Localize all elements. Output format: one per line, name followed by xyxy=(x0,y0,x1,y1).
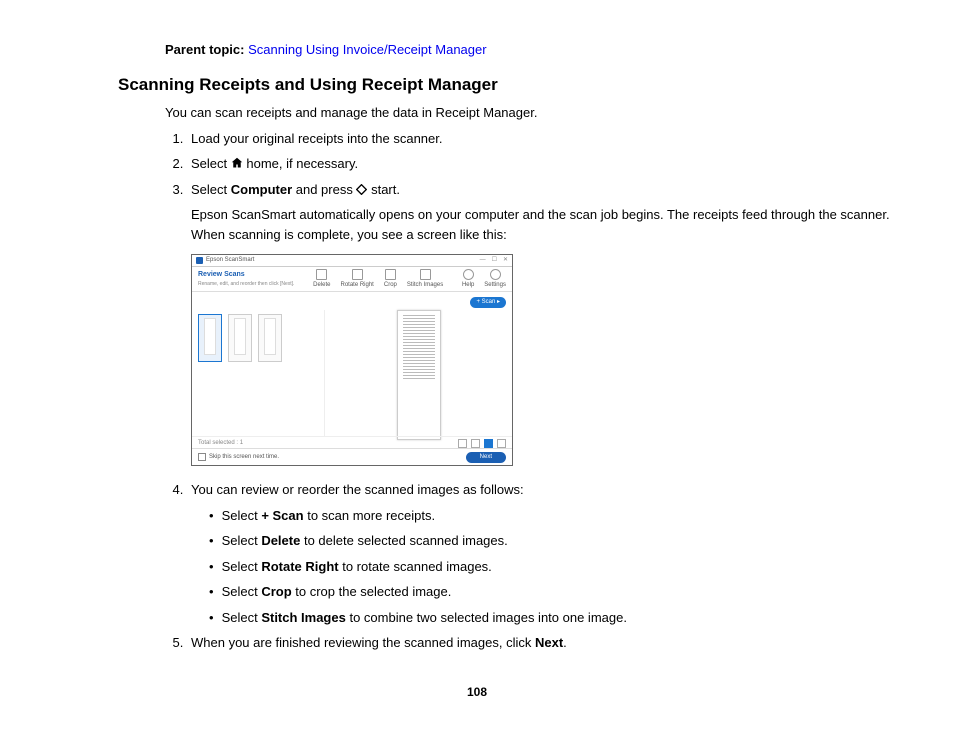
bullet-delete: Select Delete to delete selected scanned… xyxy=(209,531,894,551)
fig-toolbar: Delete Rotate Right Crop Stitch Images xyxy=(313,269,443,290)
fig-review-sub: Rename, edit, and reorder then click [Ne… xyxy=(198,281,294,289)
page-number: 108 xyxy=(60,683,894,701)
step-4: You can review or reorder the scanned im… xyxy=(187,480,894,627)
stitch-icon xyxy=(420,269,431,280)
help-icon xyxy=(463,269,474,280)
page-heading: Scanning Receipts and Using Receipt Mana… xyxy=(118,72,894,98)
bullet-crop: Select Crop to crop the selected image. xyxy=(209,582,894,602)
fig-titlebar: Epson ScanSmart — ☐ ✕ xyxy=(192,255,512,267)
fig-tool-stitch: Stitch Images xyxy=(407,269,443,290)
fig-window-buttons: — ☐ ✕ xyxy=(480,256,508,265)
fig-app-icon xyxy=(196,257,203,264)
computer-bold: Computer xyxy=(231,182,292,197)
fig-thumb-3 xyxy=(258,314,282,362)
crop-icon xyxy=(385,269,396,280)
fig-tool-delete: Delete xyxy=(313,269,330,290)
fig-help: Help xyxy=(462,269,474,290)
bullet-rotate: Select Rotate Right to rotate scanned im… xyxy=(209,557,894,577)
fig-thumb-2 xyxy=(228,314,252,362)
fig-thumb-1 xyxy=(198,314,222,362)
fig-total-selected: Total selected : 1 xyxy=(198,439,243,448)
step-5: When you are finished reviewing the scan… xyxy=(187,633,894,653)
scansmart-screenshot: Epson ScanSmart — ☐ ✕ Review Scans Rename,… xyxy=(191,254,513,466)
parent-topic: Parent topic: Scanning Using Invoice/Rec… xyxy=(165,40,894,60)
start-diamond-icon xyxy=(356,184,367,195)
parent-topic-link[interactable]: Scanning Using Invoice/Receipt Manager xyxy=(248,42,486,57)
fig-receipt-preview xyxy=(397,310,441,440)
fig-thumbnails xyxy=(192,310,324,437)
step-4-bullets: Select + Scan to scan more receipts. Sel… xyxy=(191,506,894,628)
close-icon: ✕ xyxy=(503,256,508,265)
gear-icon xyxy=(490,269,501,280)
fig-body xyxy=(192,310,512,437)
steps-list: Load your original receipts into the sca… xyxy=(165,129,894,653)
parent-topic-label: Parent topic: xyxy=(165,42,244,57)
fig-scan-button: + Scan ▸ xyxy=(470,297,506,308)
fig-skip-option: Skip this screen next time. xyxy=(198,453,279,462)
rotate-icon xyxy=(352,269,363,280)
step-1: Load your original receipts into the sca… xyxy=(187,129,894,149)
fig-tool-crop: Crop xyxy=(384,269,397,290)
fig-preview xyxy=(324,310,512,437)
maximize-icon: ☐ xyxy=(492,256,497,265)
fig-tool-rotate: Rotate Right xyxy=(341,269,374,290)
zoom-in-icon xyxy=(471,439,480,448)
step-3: Select Computer and press start. Epson S… xyxy=(187,180,894,467)
trash-icon xyxy=(316,269,327,280)
fig-topbar: Review Scans Rename, edit, and reorder t… xyxy=(192,267,512,292)
intro-text: You can scan receipts and manage the dat… xyxy=(165,103,894,123)
fig-toolbar-right: Help Settings xyxy=(462,269,506,290)
checkbox-icon xyxy=(198,453,206,461)
fig-zoom-controls xyxy=(458,439,506,448)
list-icon xyxy=(497,439,506,448)
bullet-scan: Select + Scan to scan more receipts. xyxy=(209,506,894,526)
home-icon xyxy=(231,157,243,169)
step-2: Select home, if necessary. xyxy=(187,154,894,174)
fig-app-title: Epson ScanSmart xyxy=(206,256,254,265)
fig-next-button: Next xyxy=(466,452,506,463)
step-3-para: Epson ScanSmart automatically opens on y… xyxy=(191,205,894,244)
fig-bottom-bar: Skip this screen next time. Next xyxy=(192,448,512,465)
grid-icon xyxy=(484,439,493,448)
bullet-stitch: Select Stitch Images to combine two sele… xyxy=(209,608,894,628)
fig-review-title: Review Scans xyxy=(198,270,294,281)
zoom-out-icon xyxy=(458,439,467,448)
minimize-icon: — xyxy=(480,256,486,265)
fig-settings: Settings xyxy=(484,269,506,290)
